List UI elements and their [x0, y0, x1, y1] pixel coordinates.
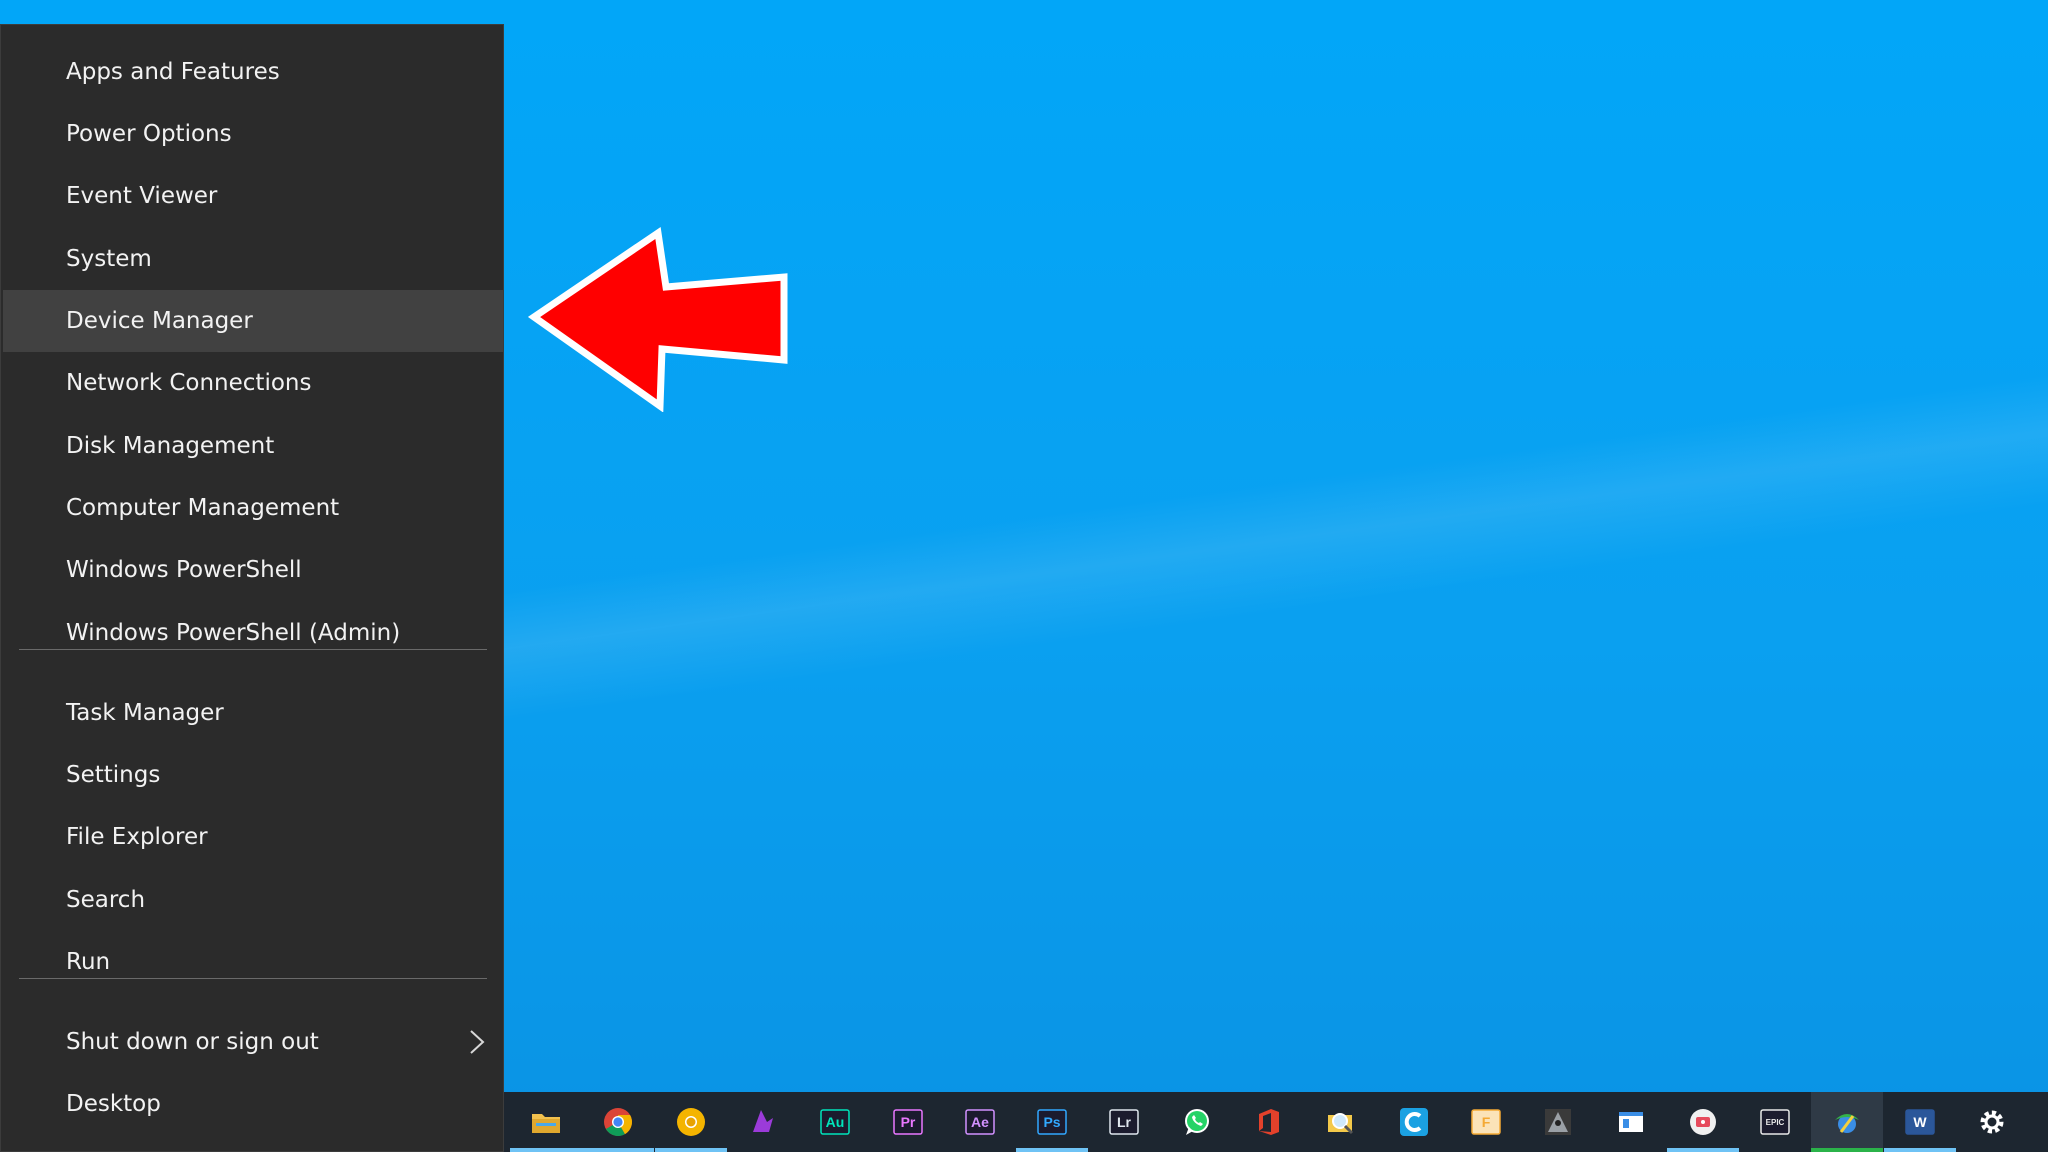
chrome-canary-icon — [677, 1108, 705, 1136]
menu-item-label: Disk Management — [66, 433, 275, 459]
menu-item-label: Windows PowerShell — [66, 557, 302, 583]
whatsapp-icon — [1185, 1109, 1209, 1135]
menu-item-label: Apps and Features — [66, 59, 280, 85]
taskbar-button-after-effects[interactable]: Ae — [944, 1092, 1016, 1152]
window-app-icon — [1619, 1112, 1643, 1132]
taskbar-button-chrome-canary[interactable] — [655, 1092, 727, 1152]
running-indicator — [1884, 1148, 1956, 1152]
taskbar-button-audition[interactable]: Au — [799, 1092, 871, 1152]
app-purple-icon — [753, 1110, 773, 1132]
premiere-icon: Pr — [893, 1109, 923, 1135]
lightroom-icon: Lr — [1109, 1109, 1139, 1135]
running-indicator — [1016, 1148, 1088, 1152]
menu-item-desktop[interactable]: Desktop — [3, 1073, 503, 1135]
menu-item-task-manager[interactable]: Task Manager — [3, 682, 503, 744]
menu-item-settings[interactable]: Settings — [3, 744, 503, 806]
running-indicator — [1811, 1148, 1883, 1152]
menu-item-label: Windows PowerShell (Admin) — [66, 620, 401, 646]
taskbar-button-whatsapp[interactable] — [1161, 1092, 1233, 1152]
taskbar-icon-text: EPIC — [1766, 1118, 1785, 1127]
menu-item-system[interactable]: System — [3, 228, 503, 290]
menu-item-label: Device Manager — [66, 308, 253, 334]
menu-item-windows-powershell-admin[interactable]: Windows PowerShell (Admin) — [3, 602, 503, 664]
file-explorer-icon — [532, 1114, 560, 1133]
menu-item-label: Run — [66, 949, 111, 975]
app-f-icon: F — [1471, 1109, 1501, 1135]
epic-games-icon: EPIC — [1760, 1109, 1790, 1135]
taskbar-icon-text: Ae — [971, 1114, 989, 1130]
menu-item-label: Settings — [66, 762, 161, 788]
power-user-menu: Apps and Features Power Options Event View… — [0, 24, 504, 1152]
taskbar-button-recorder[interactable] — [1667, 1092, 1739, 1152]
taskbar-button-window-app[interactable] — [1595, 1092, 1667, 1152]
chrome-icon — [604, 1108, 632, 1136]
menu-item-power-options[interactable]: Power Options — [3, 103, 503, 165]
taskbar-icon-text: Lr — [1117, 1114, 1132, 1130]
taskbar: Au Pr Ae Ps Lr F EPIC W — [504, 1092, 2048, 1152]
menu-item-apps-and-features[interactable]: Apps and Features — [3, 41, 503, 103]
menu-item-search[interactable]: Search — [3, 869, 503, 931]
taskbar-icon-text: Au — [826, 1114, 845, 1130]
menu-item-label: Computer Management — [66, 495, 340, 521]
word-icon: W — [1905, 1109, 1935, 1135]
running-indicator — [582, 1148, 654, 1152]
menu-separator — [19, 978, 487, 979]
menu-item-windows-powershell[interactable]: Windows PowerShell — [3, 539, 503, 601]
recorder-icon — [1690, 1109, 1716, 1135]
taskbar-button-ccleaner[interactable] — [1378, 1092, 1450, 1152]
menu-item-shut-down-or-sign-out[interactable]: Shut down or sign out — [3, 1011, 503, 1073]
taskbar-button-premiere[interactable]: Pr — [872, 1092, 944, 1152]
taskbar-button-office[interactable] — [1233, 1092, 1305, 1152]
running-indicator — [655, 1148, 727, 1152]
taskbar-button-epic-games[interactable]: EPIC — [1739, 1092, 1811, 1152]
menu-item-label: File Explorer — [66, 824, 208, 850]
menu-item-label: Desktop — [66, 1091, 161, 1117]
taskbar-button-word[interactable]: W — [1884, 1092, 1956, 1152]
office-icon — [1259, 1109, 1279, 1135]
menu-item-label: System — [66, 246, 152, 272]
taskbar-button-chrome[interactable] — [582, 1092, 654, 1152]
network-app-icon — [1835, 1114, 1859, 1133]
menu-item-event-viewer[interactable]: Event Viewer — [3, 165, 503, 227]
menu-item-run[interactable]: Run — [3, 931, 503, 993]
menu-item-network-connections[interactable]: Network Connections — [3, 352, 503, 414]
menu-item-label: Power Options — [66, 121, 232, 147]
running-indicator — [1667, 1148, 1739, 1152]
menu-item-label: Event Viewer — [66, 183, 218, 209]
taskbar-icon-text: F — [1482, 1114, 1491, 1130]
menu-separator — [19, 649, 487, 650]
menu-item-label: Task Manager — [66, 700, 224, 726]
game-icon — [1545, 1109, 1571, 1135]
menu-item-label: Network Connections — [66, 370, 312, 396]
magnifier-folder-icon — [1328, 1113, 1354, 1135]
menu-item-file-explorer[interactable]: File Explorer — [3, 806, 503, 868]
after-effects-icon: Ae — [965, 1109, 995, 1135]
taskbar-button-settings-gear[interactable] — [1956, 1092, 2028, 1152]
taskbar-icon-text: Ps — [1043, 1114, 1060, 1130]
photoshop-icon: Ps — [1037, 1109, 1067, 1135]
taskbar-button-photoshop[interactable]: Ps — [1016, 1092, 1088, 1152]
taskbar-button-magnifier-folder[interactable] — [1305, 1092, 1377, 1152]
menu-item-device-manager[interactable]: Device Manager — [3, 290, 503, 352]
red-arrow-annotation — [528, 226, 788, 412]
taskbar-icon-text: Pr — [901, 1114, 916, 1130]
settings-gear-icon — [1980, 1110, 2004, 1134]
menu-item-disk-management[interactable]: Disk Management — [3, 415, 503, 477]
menu-item-label: Search — [66, 887, 146, 913]
menu-item-label: Shut down or sign out — [66, 1029, 319, 1055]
taskbar-button-file-explorer[interactable] — [510, 1092, 582, 1152]
ccleaner-icon — [1400, 1108, 1428, 1136]
taskbar-icon-text: W — [1913, 1114, 1927, 1130]
taskbar-button-network-app[interactable] — [1811, 1092, 1883, 1152]
menu-item-computer-management[interactable]: Computer Management — [3, 477, 503, 539]
audition-icon: Au — [820, 1109, 850, 1135]
taskbar-button-game[interactable] — [1522, 1092, 1594, 1152]
taskbar-button-app-purple[interactable] — [727, 1092, 799, 1152]
running-indicator — [510, 1148, 582, 1152]
chevron-right-icon — [470, 1030, 485, 1054]
taskbar-button-lightroom[interactable]: Lr — [1088, 1092, 1160, 1152]
taskbar-button-app-f[interactable]: F — [1450, 1092, 1522, 1152]
